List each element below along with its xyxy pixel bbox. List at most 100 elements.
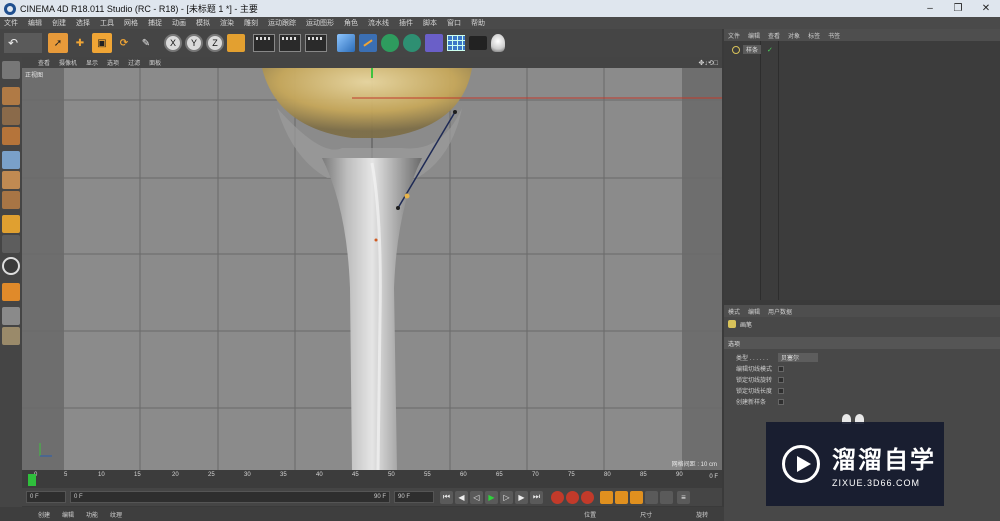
front-viewport[interactable]: 正视图 网格间距 : 10 cm bbox=[22, 68, 722, 470]
menu-file[interactable]: 文件 bbox=[4, 18, 18, 28]
menu-sculpt[interactable]: 雕刻 bbox=[244, 18, 258, 28]
menu-window[interactable]: 窗口 bbox=[447, 18, 461, 28]
menu-animate[interactable]: 动画 bbox=[172, 18, 186, 28]
menu-render[interactable]: 渲染 bbox=[220, 18, 234, 28]
light-button[interactable] bbox=[491, 34, 505, 52]
recent-tool-button[interactable]: ✎ bbox=[136, 33, 156, 53]
cube-object-button[interactable] bbox=[337, 34, 355, 52]
menu-plugins[interactable]: 插件 bbox=[399, 18, 413, 28]
om-menu-edit[interactable]: 编辑 bbox=[748, 31, 760, 40]
rotate-button[interactable]: ⟳ bbox=[114, 33, 134, 53]
camera-button[interactable] bbox=[469, 36, 487, 50]
end-frame-field[interactable]: 90 F bbox=[394, 491, 434, 503]
menu-simulate[interactable]: 模拟 bbox=[196, 18, 210, 28]
edges-mode-button[interactable] bbox=[2, 171, 20, 189]
create-new-spline-checkbox[interactable] bbox=[778, 398, 784, 405]
viewport-navigation-icons[interactable]: ✥↓⟲□ bbox=[699, 59, 718, 67]
y-axis-toggle[interactable]: Y bbox=[185, 34, 203, 52]
deformer-button[interactable] bbox=[425, 34, 443, 52]
workplane-lock-button[interactable] bbox=[2, 307, 20, 325]
menu-tools[interactable]: 工具 bbox=[100, 18, 114, 28]
coordinate-system-button[interactable] bbox=[227, 34, 245, 52]
edit-tangent-checkbox[interactable] bbox=[778, 365, 784, 372]
make-editable-button[interactable] bbox=[2, 61, 20, 79]
material-menu-texture[interactable]: 纹理 bbox=[110, 510, 122, 519]
render-picture-viewer-button[interactable] bbox=[279, 34, 301, 52]
close-button[interactable]: ✕ bbox=[972, 0, 1000, 17]
menu-character[interactable]: 角色 bbox=[344, 18, 358, 28]
options-tab[interactable]: 选项 bbox=[724, 337, 1000, 349]
points-mode-button[interactable] bbox=[2, 151, 20, 169]
prev-frame-button[interactable]: ◁ bbox=[470, 490, 483, 504]
lock-tangent-rotation-checkbox[interactable] bbox=[778, 376, 784, 383]
solo-button[interactable] bbox=[2, 283, 20, 301]
viewport-menu-cameras[interactable]: 摄像机 bbox=[59, 58, 77, 67]
floor-button[interactable] bbox=[447, 35, 465, 51]
planar-workplane-button[interactable] bbox=[2, 327, 20, 345]
position-key-button[interactable] bbox=[600, 490, 613, 504]
viewport-menu-panel[interactable]: 面板 bbox=[149, 58, 161, 67]
om-menu-bookmarks[interactable]: 书签 bbox=[828, 31, 840, 40]
om-menu-file[interactable]: 文件 bbox=[728, 31, 740, 40]
enable-axis-button[interactable] bbox=[2, 215, 20, 233]
viewport-menu-options[interactable]: 选项 bbox=[107, 58, 119, 67]
next-frame-button[interactable]: ▷ bbox=[500, 490, 513, 504]
rotation-key-button[interactable] bbox=[630, 490, 643, 504]
menu-create[interactable]: 创建 bbox=[52, 18, 66, 28]
menu-select[interactable]: 选择 bbox=[76, 18, 90, 28]
lock-tangent-length-checkbox[interactable] bbox=[778, 387, 784, 394]
menu-mograph[interactable]: 运动图形 bbox=[306, 18, 334, 28]
om-menu-tags[interactable]: 标签 bbox=[808, 31, 820, 40]
menu-script[interactable]: 脚本 bbox=[423, 18, 437, 28]
undo-button[interactable]: ↶ bbox=[4, 33, 42, 53]
menu-snap[interactable]: 捕捉 bbox=[148, 18, 162, 28]
om-menu-view[interactable]: 查看 bbox=[768, 31, 780, 40]
menu-edit[interactable]: 编辑 bbox=[28, 18, 42, 28]
render-settings-button[interactable] bbox=[305, 34, 327, 52]
scale-button[interactable]: ▣ bbox=[92, 33, 112, 53]
x-axis-toggle[interactable]: X bbox=[164, 34, 182, 52]
menu-pipeline[interactable]: 流水线 bbox=[368, 18, 389, 28]
menu-mesh[interactable]: 网格 bbox=[124, 18, 138, 28]
viewport-menu-display[interactable]: 显示 bbox=[86, 58, 98, 67]
live-select-button[interactable]: ➚ bbox=[48, 33, 68, 53]
polygons-mode-button[interactable] bbox=[2, 191, 20, 209]
menu-motion-tracker[interactable]: 运动跟踪 bbox=[268, 18, 296, 28]
object-row-spline[interactable]: 样条 ✓ bbox=[732, 45, 773, 54]
next-key-button[interactable]: ▶ bbox=[515, 490, 528, 504]
am-menu-user-data[interactable]: 用户数据 bbox=[768, 307, 792, 316]
keyframe-selection-button[interactable] bbox=[581, 490, 594, 504]
prev-key-button[interactable]: ◀ bbox=[455, 490, 468, 504]
texture-mode-button[interactable] bbox=[2, 107, 20, 125]
menu-help[interactable]: 帮助 bbox=[471, 18, 485, 28]
scale-key-button[interactable] bbox=[615, 490, 628, 504]
frame-range-slider[interactable]: 0 F 90 F bbox=[70, 491, 390, 503]
pen-spline-button[interactable] bbox=[359, 34, 377, 52]
tweak-mode-button[interactable] bbox=[2, 235, 20, 253]
viewport-menu-view[interactable]: 查看 bbox=[38, 58, 50, 67]
object-name[interactable]: 样条 bbox=[743, 45, 762, 54]
goto-start-button[interactable]: ⏮ bbox=[440, 490, 453, 504]
material-menu-function[interactable]: 功能 bbox=[86, 510, 98, 519]
am-menu-mode[interactable]: 模式 bbox=[728, 307, 740, 316]
param-key-button[interactable] bbox=[645, 490, 658, 504]
visibility-check-icon[interactable]: ✓ bbox=[767, 46, 773, 54]
array-button[interactable] bbox=[403, 34, 421, 52]
maximize-button[interactable]: ❐ bbox=[944, 0, 972, 17]
timeline[interactable]: 0 5 10 15 20 25 30 35 40 45 50 55 60 65 … bbox=[22, 470, 722, 488]
type-dropdown[interactable]: 贝塞尔 bbox=[778, 353, 818, 362]
z-axis-toggle[interactable]: Z bbox=[206, 34, 224, 52]
om-menu-objects[interactable]: 对象 bbox=[788, 31, 800, 40]
pla-key-button[interactable] bbox=[660, 490, 673, 504]
workplane-button[interactable] bbox=[2, 127, 20, 145]
am-menu-edit[interactable]: 编辑 bbox=[748, 307, 760, 316]
timeline-menu-button[interactable]: ≡ bbox=[677, 490, 690, 504]
current-frame-field[interactable]: 0 F bbox=[26, 491, 66, 503]
move-button[interactable]: ✚ bbox=[70, 33, 90, 53]
play-button[interactable]: ▶ bbox=[485, 490, 498, 504]
record-keys-button[interactable] bbox=[551, 490, 564, 504]
model-mode-button[interactable] bbox=[2, 87, 20, 105]
timeline-playhead[interactable] bbox=[28, 474, 36, 486]
material-menu-edit[interactable]: 编辑 bbox=[62, 510, 74, 519]
snapping-button[interactable] bbox=[2, 257, 20, 275]
